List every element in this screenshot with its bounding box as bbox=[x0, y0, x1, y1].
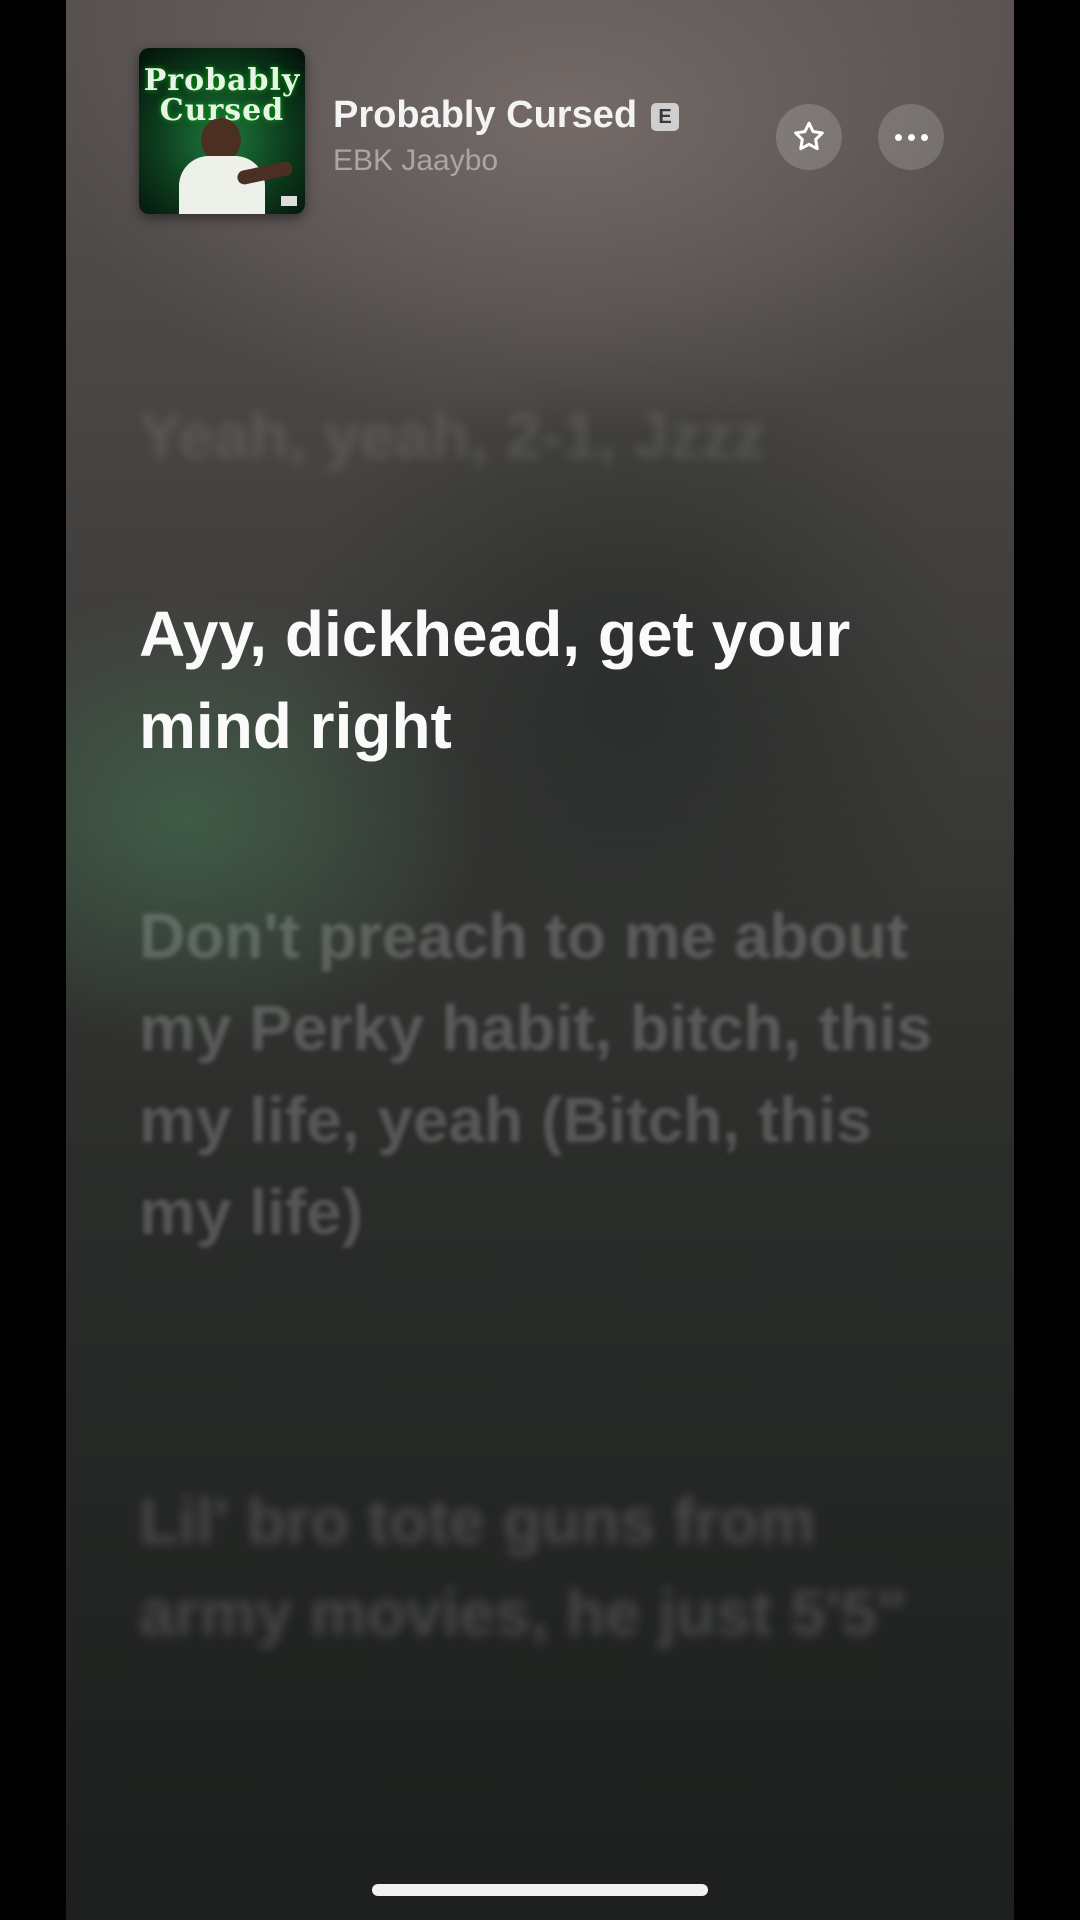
song-title[interactable]: Probably Cursed bbox=[333, 94, 637, 136]
album-artwork[interactable]: Probably Cursed bbox=[139, 48, 305, 214]
lyric-line-next-2[interactable]: Lil' bro tote guns from army movies, he … bbox=[139, 1475, 954, 1659]
explicit-badge: E bbox=[651, 103, 680, 131]
favorite-button[interactable] bbox=[776, 104, 842, 170]
home-indicator[interactable] bbox=[372, 1884, 708, 1896]
lyrics-screen: Probably Cursed Probably Cursed E EBK Jaa… bbox=[66, 0, 1014, 1920]
artwork-advisory-badge bbox=[281, 196, 297, 206]
star-icon bbox=[791, 119, 827, 155]
lyric-line-current[interactable]: Ayy, dickhead, get your mind right bbox=[139, 588, 914, 772]
artwork-figure-body bbox=[179, 156, 265, 214]
now-playing-header: Probably Cursed Probably Cursed E EBK Jaa… bbox=[139, 48, 944, 214]
more-options-button[interactable] bbox=[878, 104, 944, 170]
ellipsis-icon bbox=[894, 133, 928, 141]
song-title-row[interactable]: Probably Cursed E bbox=[333, 94, 680, 137]
artwork-title-text: Probably Cursed bbox=[143, 63, 301, 128]
lyric-line-next[interactable]: Don't preach to me about my Perky habit,… bbox=[139, 890, 954, 1258]
artist-name[interactable]: EBK Jaaybo bbox=[333, 144, 498, 178]
lyric-line-previous[interactable]: Yeah, yeah, 2-1, Jzzz bbox=[139, 390, 954, 482]
